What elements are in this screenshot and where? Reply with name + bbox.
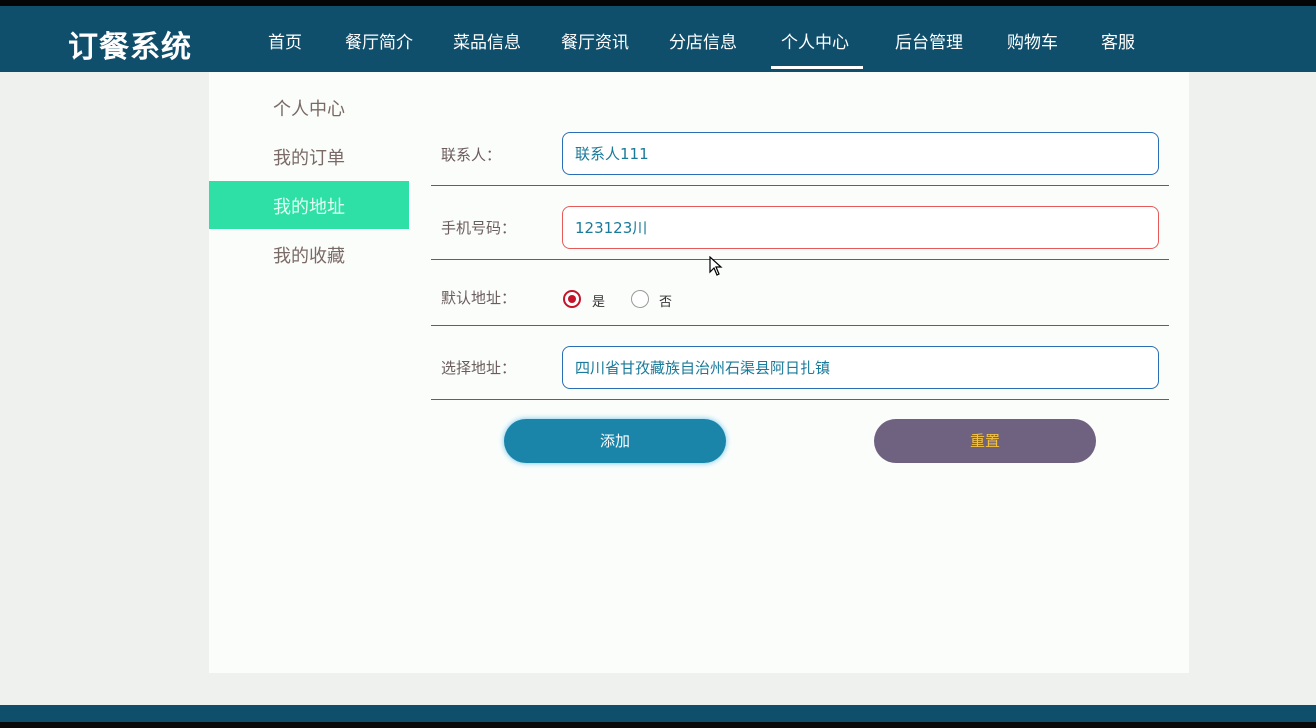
main-content: 个人中心 我的订单 我的地址 我的收藏 联系人： 手机号码： 默认地址： 是 否… <box>209 72 1189 673</box>
nav-item-admin[interactable]: 后台管理 <box>895 28 963 53</box>
nav-item-dishes[interactable]: 菜品信息 <box>453 28 521 53</box>
address-input[interactable] <box>562 346 1159 389</box>
sidebar-item-label: 我的地址 <box>273 197 345 218</box>
nav-item-branches[interactable]: 分店信息 <box>669 28 737 53</box>
sidebar-item-my-orders[interactable]: 我的订单 <box>209 132 409 180</box>
nav-item-news[interactable]: 餐厅资讯 <box>561 28 629 53</box>
nav-item-service[interactable]: 客服 <box>1101 28 1135 53</box>
sidebar-item-label: 我的订单 <box>273 148 345 169</box>
sidebar-item-my-favorites[interactable]: 我的收藏 <box>209 230 409 278</box>
radio-yes-label: 是 <box>592 295 606 310</box>
add-button[interactable]: 添加 <box>504 419 726 463</box>
address-label: 选择地址： <box>441 359 517 377</box>
reset-button[interactable]: 重置 <box>874 419 1096 463</box>
bottom-edge <box>0 722 1316 728</box>
radio-no-label: 否 <box>659 295 673 310</box>
phone-input[interactable] <box>562 206 1159 249</box>
sidebar-item-personal-center[interactable]: 个人中心 <box>209 83 409 131</box>
sidebar-item-label: 个人中心 <box>273 99 345 120</box>
form-row-default-address: 默认地址： <box>431 261 1169 326</box>
default-address-label: 默认地址： <box>441 289 517 307</box>
phone-label: 手机号码： <box>441 219 517 237</box>
nav-item-home[interactable]: 首页 <box>268 28 302 53</box>
top-navbar: 订餐系统 首页 餐厅简介 菜品信息 餐厅资讯 分店信息 个人中心 后台管理 购物… <box>0 6 1316 72</box>
radio-default-yes[interactable] <box>563 290 581 308</box>
mouse-pointer-icon <box>709 256 723 276</box>
nav-item-cart[interactable]: 购物车 <box>1007 28 1058 53</box>
contact-label: 联系人： <box>441 146 502 164</box>
nav-active-indicator <box>771 66 863 69</box>
sidebar-item-label: 我的收藏 <box>273 246 345 267</box>
sidebar-item-my-address[interactable]: 我的地址 <box>209 181 409 229</box>
nav-item-about[interactable]: 餐厅简介 <box>345 28 413 53</box>
radio-default-no[interactable] <box>631 290 649 308</box>
nav-item-personal-center[interactable]: 个人中心 <box>781 28 849 53</box>
brand-logo[interactable]: 订餐系统 <box>68 22 192 66</box>
contact-input[interactable] <box>562 132 1159 175</box>
